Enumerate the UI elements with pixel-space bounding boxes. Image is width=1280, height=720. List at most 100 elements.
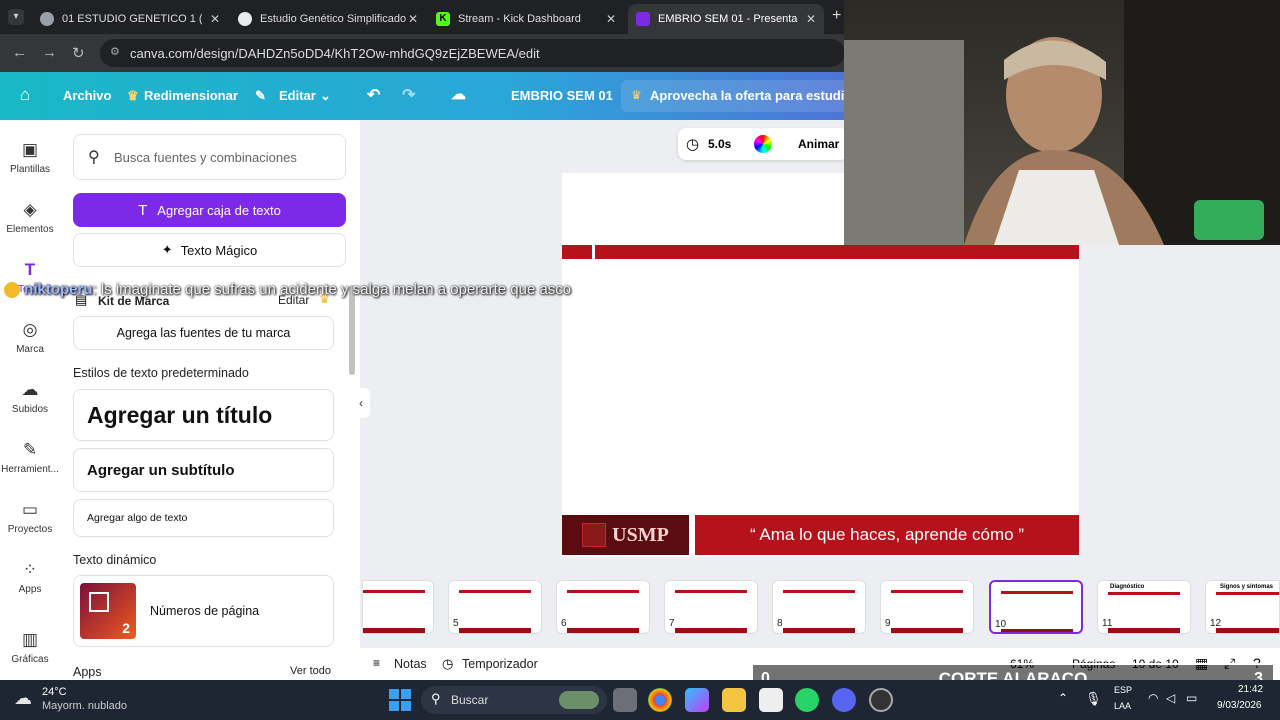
openai-icon	[238, 12, 252, 26]
thumbnail-6[interactable]: 6	[556, 580, 650, 634]
taskbar-search[interactable]: ⚲ Buscar	[421, 686, 607, 714]
add-body-text-button[interactable]: Agregar algo de texto	[73, 499, 334, 537]
close-tab-icon[interactable]: ✕	[408, 12, 418, 26]
file-menu[interactable]: Archivo	[63, 88, 111, 103]
webcam-feed-image	[844, 0, 1280, 245]
tab-estudio-genetico[interactable]: 01 ESTUDIO GENETICO 1 (2) (1) ✕	[32, 4, 228, 34]
thumbnail-4[interactable]	[362, 580, 434, 634]
timer-button[interactable]: Temporizador	[462, 657, 538, 671]
panel-scrollbar[interactable]	[349, 285, 355, 375]
start-button[interactable]	[389, 689, 411, 711]
add-subtitle-button[interactable]: Agregar un subtítulo	[73, 448, 334, 492]
close-tab-icon[interactable]: ✕	[606, 12, 616, 26]
rail-templates[interactable]: ▣ Plantillas	[0, 140, 60, 175]
whatsapp-icon[interactable]	[795, 688, 819, 712]
add-title-button[interactable]: Agregar un título	[73, 389, 334, 441]
thumbnail-9[interactable]: 9	[880, 580, 974, 634]
add-text-box-button[interactable]: T Agregar caja de texto	[73, 193, 346, 227]
thumbnail-7[interactable]: 7	[664, 580, 758, 634]
discord-icon[interactable]	[832, 688, 856, 712]
tab-embrio-presentacion[interactable]: EMBRIO SEM 01 - Presentación ✕	[628, 4, 824, 34]
see-all-link[interactable]: Ver todo	[290, 665, 331, 677]
document-title[interactable]: EMBRIO SEM 01	[511, 88, 613, 103]
microphone-icon[interactable]: 🎙	[1085, 691, 1102, 707]
add-brand-fonts-button[interactable]: Agrega las fuentes de tu marca	[73, 316, 334, 350]
resize-button[interactable]: Redimensionar	[144, 88, 238, 103]
windows-taskbar: ☁ 24°C Mayorm. nublado ⚲ Buscar ⌃ 🎙 ESP …	[0, 680, 1280, 720]
task-view-icon[interactable]	[613, 688, 637, 712]
rail-tools[interactable]: ✎ Herramient...	[0, 440, 60, 475]
cloud-saved-icon: ☁	[451, 86, 466, 103]
forward-icon[interactable]: →	[42, 44, 57, 61]
default-styles-heading: Estilos de texto predeterminado	[73, 366, 249, 380]
rail-elements[interactable]: ◈ Elementos	[0, 200, 60, 235]
tab-estudio-simplificado[interactable]: Estudio Genético Simplificado ✕	[230, 4, 426, 34]
rail-charts[interactable]: ▥ Gráficas	[0, 630, 60, 665]
notes-button[interactable]: Notas	[394, 657, 427, 671]
search-highlight-image	[559, 691, 599, 709]
text-icon: T	[138, 201, 148, 219]
url-field[interactable]: ⚙ canva.com/design/DAHDZn5oDD4/KhT2Ow-mh…	[100, 39, 845, 67]
back-icon[interactable]: ←	[12, 44, 27, 61]
home-icon[interactable]: ⌂	[20, 85, 30, 105]
redo-icon[interactable]: ↷	[402, 85, 415, 105]
webcam-overlay	[844, 0, 1280, 245]
thumbnail-12[interactable]: Signos y síntomas 12	[1205, 580, 1280, 634]
reload-icon[interactable]: ↻	[72, 44, 85, 62]
duration-value[interactable]: 5.0s	[708, 137, 731, 151]
rail-brand[interactable]: ◎ Marca	[0, 320, 60, 355]
obs-icon[interactable]	[869, 688, 893, 712]
edit-menu[interactable]: Editar	[279, 88, 316, 103]
text-icon: T	[24, 260, 36, 279]
chart-icon: ▥	[21, 630, 39, 649]
close-tab-icon[interactable]: ✕	[806, 12, 816, 26]
collapse-panel-button[interactable]: ‹	[352, 388, 370, 418]
font-search-input[interactable]: ⚲ Busca fuentes y combinaciones	[73, 134, 346, 180]
offer-banner[interactable]: ♛ Aprovecha la oferta para estudiam	[621, 80, 863, 112]
clock-time[interactable]: 21:42	[1238, 684, 1263, 695]
rail-apps[interactable]: ⁘ Apps	[0, 560, 60, 595]
volume-icon[interactable]: ◁	[1166, 691, 1175, 705]
tab-kick-dashboard[interactable]: K Stream - Kick Dashboard ✕	[428, 4, 624, 34]
usmp-emblem-icon	[582, 523, 607, 547]
site-info-icon[interactable]: ⚙	[110, 45, 120, 58]
header-bar	[595, 245, 1079, 259]
chrome-icon[interactable]	[648, 688, 672, 712]
tray-chevron-icon[interactable]: ⌃	[1058, 691, 1068, 705]
undo-icon[interactable]: ↶	[367, 85, 380, 105]
battery-icon[interactable]: ▭	[1186, 691, 1197, 705]
copilot-icon[interactable]	[685, 688, 709, 712]
apps-heading: Apps	[73, 665, 102, 679]
thumbnail-11[interactable]: Diagnóstico 11	[1097, 580, 1191, 634]
thumbnail-5[interactable]: 5	[448, 580, 542, 634]
animate-button[interactable]: Animar	[798, 137, 839, 151]
page-numbers-card[interactable]: 2 Números de página	[73, 575, 334, 647]
thumbnail-8[interactable]: 8	[772, 580, 866, 634]
color-wheel-icon[interactable]	[754, 135, 772, 153]
thumbnail-10-selected[interactable]: 10	[989, 580, 1083, 634]
draw-icon: ✎	[22, 440, 38, 459]
rail-uploads[interactable]: ☁ Subidos	[0, 380, 60, 415]
clock-icon[interactable]: ◷	[686, 135, 699, 153]
file-explorer-icon[interactable]	[722, 688, 746, 712]
templates-icon: ▣	[21, 140, 39, 159]
stream-chat-message: niktoperu: ls imaginate que sufras un ac…	[4, 281, 571, 299]
kick-icon: K	[436, 12, 450, 26]
magic-text-button[interactable]: ✦ Texto Mágico	[73, 233, 346, 267]
upload-icon: ☁	[21, 380, 39, 399]
search-icon: ⚲	[88, 149, 100, 166]
store-icon[interactable]	[759, 688, 783, 712]
language-layout[interactable]: LAA	[1114, 701, 1131, 711]
wifi-icon[interactable]: ◠	[1148, 691, 1158, 705]
close-tab-icon[interactable]: ✕	[210, 12, 220, 26]
weather-desc[interactable]: Mayorm. nublado	[42, 700, 127, 712]
rail-projects[interactable]: ▭ Proyectos	[0, 500, 60, 535]
clock-date[interactable]: 9/03/2026	[1217, 700, 1262, 711]
new-tab-button[interactable]: +	[832, 7, 841, 25]
page-numbers-thumbnail: 2	[80, 583, 136, 639]
magic-wand-icon: ✦	[161, 242, 173, 257]
language-indicator[interactable]: ESP	[1114, 685, 1132, 695]
tab-list-button[interactable]: ▾	[8, 9, 24, 25]
weather-temp[interactable]: 24°C	[42, 686, 67, 698]
chevron-down-icon[interactable]: ⌄	[320, 88, 331, 104]
